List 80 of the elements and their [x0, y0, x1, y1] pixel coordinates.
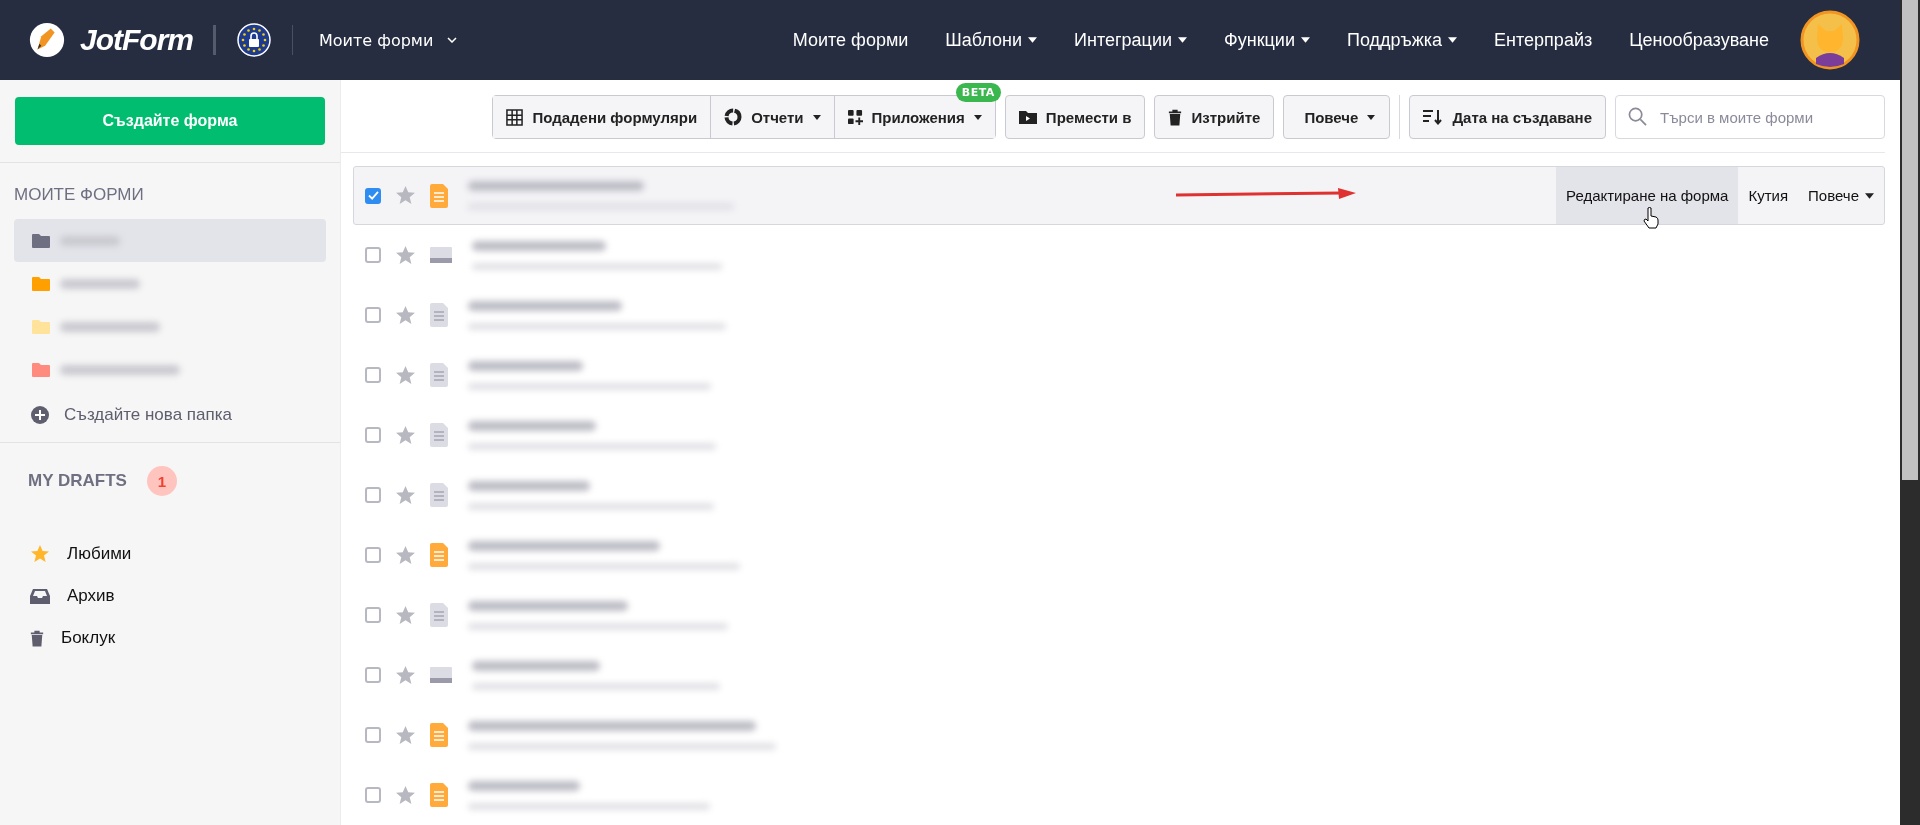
form-icon — [430, 183, 448, 208]
search-field[interactable]: Търси в моите форми — [1615, 95, 1885, 139]
star-icon[interactable] — [395, 724, 416, 746]
checkbox[interactable] — [365, 487, 381, 503]
document-icon — [430, 603, 448, 627]
forms-menu[interactable]: Моите форми — [313, 29, 464, 51]
star-icon[interactable] — [395, 604, 416, 626]
plus-circle-icon — [31, 406, 49, 424]
checkbox[interactable] — [365, 187, 381, 204]
star-icon — [30, 544, 50, 564]
eu-lock-icon — [236, 22, 272, 58]
sort-icon — [1423, 109, 1444, 125]
brand-name[interactable]: JotForm — [80, 23, 193, 57]
nav-link[interactable]: Функции — [1224, 29, 1310, 51]
checkbox[interactable] — [365, 367, 381, 383]
form-icon — [430, 543, 448, 567]
hand-cursor-icon — [1643, 207, 1659, 229]
checkbox[interactable] — [365, 547, 381, 563]
form-icon — [430, 723, 448, 747]
document-icon — [430, 423, 448, 447]
form-icon — [430, 783, 448, 807]
document-icon — [430, 363, 448, 387]
star-icon[interactable] — [395, 304, 416, 326]
more-button[interactable]: Повече — [1283, 95, 1391, 139]
toolbar-button[interactable]: Подадени формуляри — [493, 96, 712, 138]
nav-link[interactable]: Интеграции — [1074, 29, 1188, 51]
nav-link[interactable]: Ентерпрайз — [1494, 29, 1593, 51]
caret-icon — [1367, 114, 1376, 120]
grid-icon — [506, 108, 524, 126]
scrollbar-thumb[interactable] — [1902, 0, 1918, 480]
star-icon[interactable] — [395, 484, 416, 506]
avatar-icon[interactable] — [1800, 10, 1860, 70]
card-icon — [430, 667, 452, 683]
star-icon[interactable] — [395, 784, 416, 806]
star-icon[interactable] — [395, 424, 416, 446]
sidebar-link[interactable]: Архив — [0, 575, 340, 617]
move-button[interactable]: Премести в — [1004, 95, 1146, 139]
nav-link[interactable]: Ценообразуване — [1629, 29, 1769, 51]
star-icon[interactable] — [395, 185, 416, 206]
section-title: МОИТЕ ФОРМИ — [14, 185, 145, 205]
folder-item[interactable] — [14, 219, 326, 262]
trash-icon — [30, 629, 44, 647]
inbox-icon — [30, 588, 50, 604]
row-action-button[interactable]: Кутия — [1738, 167, 1799, 224]
new-folder-link[interactable]: Създайте нова папка — [0, 391, 340, 439]
nav-link[interactable]: Шаблони — [945, 29, 1038, 51]
search-icon — [1628, 107, 1647, 126]
drafts-title[interactable]: MY DRAFTS — [28, 471, 127, 491]
count-badge: 1 — [146, 466, 177, 496]
checkbox[interactable] — [365, 727, 381, 743]
star-icon[interactable] — [395, 244, 416, 266]
row-action-button[interactable]: Повече — [1798, 167, 1884, 224]
sidebar-link[interactable]: Любими — [0, 533, 340, 575]
checkbox[interactable] — [365, 667, 381, 683]
checkbox[interactable] — [365, 247, 381, 263]
toolbar-button[interactable]: Отчети — [711, 96, 835, 138]
checkbox[interactable] — [365, 787, 381, 803]
star-icon[interactable] — [395, 544, 416, 566]
pie-chart-icon — [724, 108, 743, 126]
card-icon — [430, 247, 452, 263]
document-icon — [430, 483, 448, 507]
nav-link[interactable]: Поддръжка — [1346, 29, 1458, 51]
star-icon[interactable] — [395, 664, 416, 686]
toolbar-button[interactable]: Приложения — [834, 96, 995, 138]
checkbox[interactable] — [365, 307, 381, 323]
sort-button[interactable]: Дата на създаване — [1409, 95, 1606, 139]
chevron-icon — [447, 37, 458, 43]
checkbox[interactable] — [365, 427, 381, 443]
apps-icon — [847, 109, 863, 125]
folder-arrow-icon — [1018, 110, 1037, 124]
beta-badge: BETA — [955, 83, 1001, 102]
document-icon — [430, 303, 448, 327]
delete-button[interactable]: Изтрийте — [1154, 95, 1275, 139]
pencil-logo-icon — [28, 21, 66, 59]
checkbox[interactable] — [365, 607, 381, 623]
row-action-button[interactable]: Редактиране на форма — [1556, 167, 1739, 224]
nav-link[interactable]: Моите форми — [792, 29, 909, 51]
star-icon[interactable] — [395, 364, 416, 386]
sidebar-link[interactable]: Боклук — [0, 617, 340, 659]
trash-icon — [1168, 108, 1183, 126]
